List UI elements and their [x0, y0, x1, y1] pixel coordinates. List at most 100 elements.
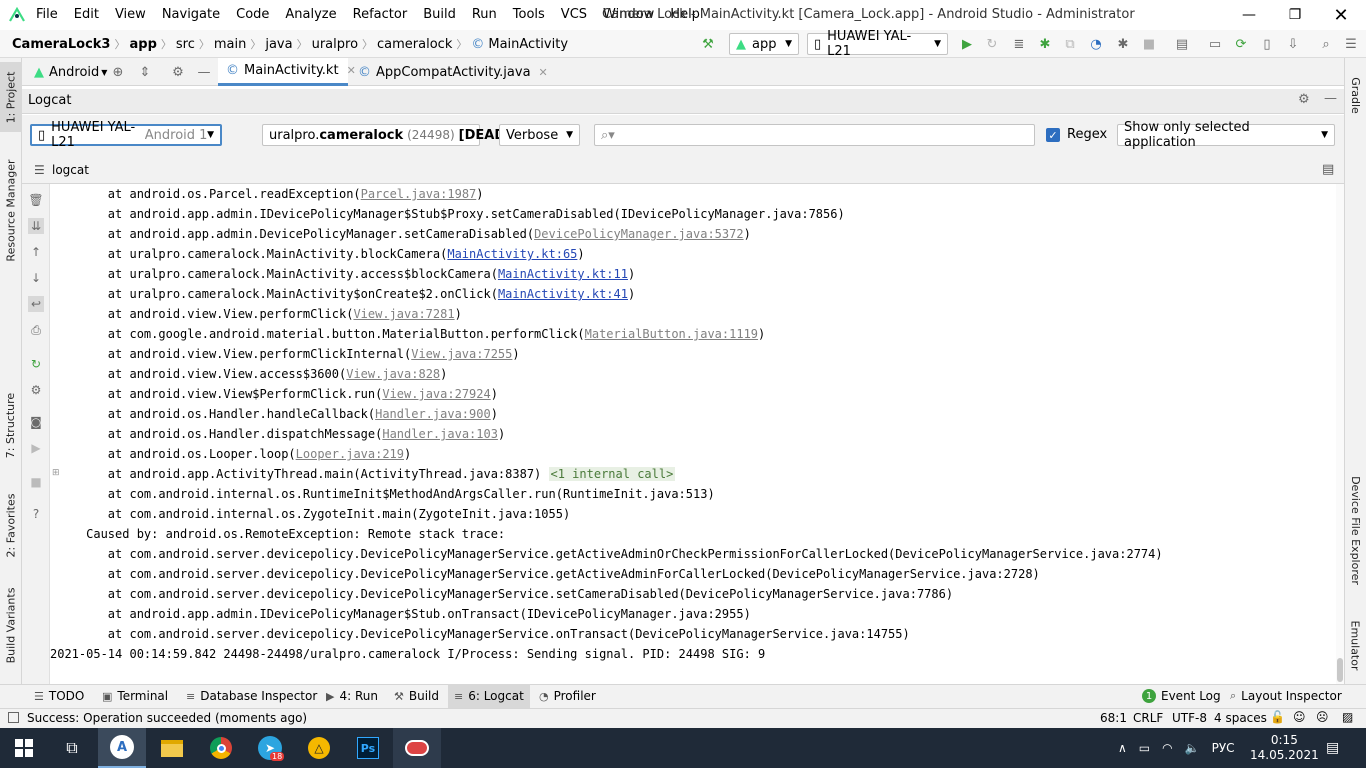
- camera-icon[interactable]: ◙: [28, 414, 44, 430]
- log-line[interactable]: at uralpro.cameralock.MainActivity.block…: [50, 244, 585, 264]
- debug-icon[interactable]: ✱: [1037, 36, 1053, 52]
- task-view-icon[interactable]: ⧉: [48, 728, 96, 768]
- snipping-tool-icon[interactable]: [393, 728, 441, 768]
- tool-tab-device-file-explorer[interactable]: Device File Explorer: [1344, 470, 1366, 590]
- frown-icon[interactable]: ☹: [1316, 710, 1329, 724]
- tool-tab-emulator[interactable]: Emulator: [1344, 610, 1366, 680]
- apply-changes-icon[interactable]: ↻: [984, 36, 1000, 52]
- close-window-button[interactable]: ✕: [1318, 0, 1364, 30]
- minimize-button[interactable]: —: [1226, 0, 1272, 30]
- indent-setting[interactable]: 4 spaces: [1214, 711, 1267, 725]
- source-link[interactable]: View.java:828: [346, 367, 440, 381]
- restore-button[interactable]: ❐: [1272, 0, 1318, 30]
- log-line[interactable]: at android.view.View.performClick(View.j…: [50, 304, 462, 324]
- logcat-process-select[interactable]: uralpro.cameralock (24498) [DEAD] ▼: [262, 124, 518, 146]
- hide-panel-icon[interactable]: —: [1324, 91, 1337, 106]
- log-line[interactable]: at uralpro.cameralock.MainActivity$onCre…: [50, 284, 635, 304]
- breadcrumb-item[interactable]: main: [210, 37, 250, 52]
- close-icon[interactable]: ✕: [539, 66, 548, 79]
- tool-tab-gradle[interactable]: Gradle: [1344, 65, 1366, 125]
- device-manager-icon[interactable]: ▯: [1259, 36, 1275, 52]
- settings-icon[interactable]: ☰: [1343, 36, 1359, 52]
- menu-vcs[interactable]: VCS: [553, 0, 595, 30]
- log-line[interactable]: at android.os.Handler.handleCallback(Han…: [50, 404, 498, 424]
- event-log-button[interactable]: 1 Event Log: [1136, 684, 1227, 708]
- wifi-icon[interactable]: ◠: [1162, 741, 1172, 755]
- source-link[interactable]: MaterialButton.java:1119: [585, 327, 758, 341]
- run-config-select[interactable]: ▲ app ▼: [729, 33, 799, 55]
- status-message[interactable]: Success: Operation succeeded (moments ag…: [27, 711, 307, 725]
- photoshop-icon[interactable]: Ps: [344, 728, 392, 768]
- source-link[interactable]: MainActivity.kt:65: [447, 247, 577, 261]
- tool-todo-button[interactable]: ☰ TODO: [28, 684, 90, 708]
- log-line[interactable]: at com.android.internal.os.RuntimeInit$M…: [50, 484, 715, 504]
- caret-position[interactable]: 68:1: [1100, 711, 1127, 725]
- layout-icon[interactable]: ▤: [1322, 162, 1334, 177]
- lock-icon[interactable]: 🔓: [1270, 710, 1285, 724]
- log-line[interactable]: at com.android.server.devicepolicy.Devic…: [50, 584, 953, 604]
- scroll-thumb[interactable]: [1337, 658, 1343, 682]
- arrow-down-icon[interactable]: ↓: [28, 270, 44, 286]
- log-line[interactable]: at com.android.server.devicepolicy.Devic…: [50, 624, 910, 644]
- menu-analyze[interactable]: Analyze: [277, 0, 344, 30]
- project-view-select[interactable]: ▲ Android ▼: [26, 58, 115, 86]
- triangle-app-icon[interactable]: △: [295, 728, 343, 768]
- log-line[interactable]: at android.os.Parcel.readException(Parce…: [50, 184, 484, 204]
- gear-icon[interactable]: ⚙: [28, 382, 44, 398]
- gear-icon[interactable]: ⚙: [170, 64, 186, 80]
- source-link[interactable]: MainActivity.kt:11: [498, 267, 628, 281]
- tool-build-button[interactable]: ⚒ Build: [388, 684, 445, 708]
- tool-terminal-button[interactable]: ▣ Terminal: [96, 684, 174, 708]
- log-line[interactable]: at android.os.Handler.dispatchMessage(Ha…: [50, 424, 505, 444]
- folded-calls[interactable]: <1 internal call>: [548, 467, 676, 481]
- video-icon[interactable]: ▶: [28, 440, 44, 456]
- print-icon[interactable]: ⎙: [28, 322, 44, 338]
- clock[interactable]: 0:15 14.05.2021: [1250, 728, 1319, 768]
- menu-view[interactable]: View: [107, 0, 154, 30]
- project-structure-icon[interactable]: ▤: [1174, 36, 1190, 52]
- breadcrumb-item[interactable]: src: [172, 37, 199, 52]
- log-line[interactable]: at android.app.admin.DevicePolicyManager…: [50, 224, 751, 244]
- log-line[interactable]: at uralpro.cameralock.MainActivity.acces…: [50, 264, 635, 284]
- battery-icon[interactable]: ▭: [1139, 741, 1150, 755]
- regex-checkbox[interactable]: ✓: [1046, 128, 1060, 142]
- file-encoding[interactable]: UTF-8: [1172, 711, 1207, 725]
- log-line[interactable]: 2021-05-14 00:14:59.842 24498-24498/ural…: [50, 644, 765, 664]
- logcat-output[interactable]: at android.os.Parcel.readException(Parce…: [50, 184, 1336, 684]
- source-link[interactable]: View.java:7255: [411, 347, 512, 361]
- menu-refactor[interactable]: Refactor: [345, 0, 416, 30]
- notifications-icon[interactable]: ▨: [1342, 710, 1353, 724]
- clear-logcat-icon[interactable]: 🗑: [28, 192, 44, 208]
- layout-inspector-button[interactable]: ⌕ Layout Inspector: [1224, 684, 1348, 708]
- logcat-device-select[interactable]: ▯ HUAWEI YAL-L21 Android 10, AP ▼: [30, 120, 222, 150]
- menu-file[interactable]: File: [28, 0, 66, 30]
- source-link[interactable]: MainActivity.kt:41: [498, 287, 628, 301]
- breadcrumb-item[interactable]: CameraLock3: [8, 37, 114, 52]
- chrome-icon[interactable]: [197, 728, 245, 768]
- log-line[interactable]: at android.app.admin.IDevicePolicyManage…: [50, 204, 845, 224]
- attach-process-icon[interactable]: ✱: [1115, 36, 1131, 52]
- source-link[interactable]: DevicePolicyManager.java:5372: [534, 227, 744, 241]
- tool-tab-favorites[interactable]: 2: Favorites: [0, 485, 22, 565]
- stop-icon[interactable]: ■: [28, 474, 44, 490]
- tool-tab-project[interactable]: 1: Project: [0, 62, 22, 132]
- source-link[interactable]: View.java:27924: [382, 387, 490, 401]
- source-link[interactable]: Looper.java:219: [296, 447, 404, 461]
- smile-icon[interactable]: ☺: [1293, 710, 1306, 724]
- tab-mainactivity[interactable]: © MainActivity.kt ✕: [218, 58, 356, 86]
- collapse-all-icon[interactable]: ⇕: [137, 64, 153, 80]
- menu-edit[interactable]: Edit: [66, 0, 107, 30]
- tool-database-inspector-button[interactable]: ≡ Database Inspector: [180, 684, 323, 708]
- logcat-filter-select[interactable]: Show only selected application ▼: [1117, 120, 1335, 150]
- menu-run[interactable]: Run: [464, 0, 505, 30]
- arrow-up-icon[interactable]: ↑: [28, 244, 44, 260]
- source-link[interactable]: Handler.java:103: [382, 427, 498, 441]
- menu-tools[interactable]: Tools: [505, 0, 553, 30]
- log-line[interactable]: at com.android.server.devicepolicy.Devic…: [50, 544, 1163, 564]
- attach-debugger-icon[interactable]: ⧉: [1062, 36, 1078, 52]
- telegram-icon[interactable]: ➤ 18: [246, 728, 294, 768]
- run-icon[interactable]: ▶: [959, 36, 975, 52]
- line-separator[interactable]: CRLF: [1133, 711, 1163, 725]
- source-link[interactable]: Parcel.java:1987: [361, 187, 477, 201]
- hide-panel-icon[interactable]: —: [196, 64, 212, 80]
